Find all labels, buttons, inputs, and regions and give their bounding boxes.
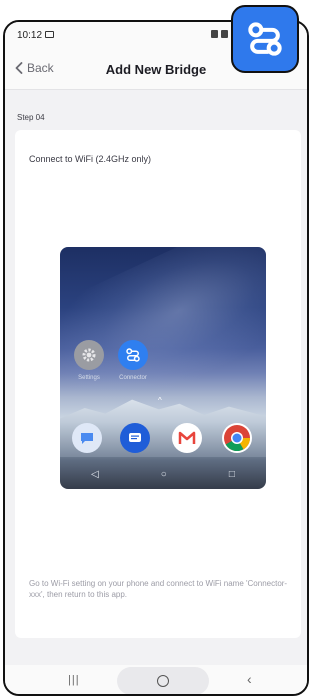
connector-app-label: Connector bbox=[119, 375, 147, 381]
step-label: Step 04 bbox=[17, 113, 45, 122]
square-recents-icon: □ bbox=[228, 468, 235, 480]
connector-logo-icon bbox=[126, 348, 140, 362]
recent-apps-button[interactable]: ||| bbox=[68, 674, 80, 686]
home-icon bbox=[157, 675, 169, 687]
gear-icon bbox=[82, 348, 96, 362]
settings-app-label: Settings bbox=[78, 375, 100, 381]
instruction-text: Go to Wi-Fi setting on your phone and co… bbox=[29, 579, 288, 599]
connector-app-logo bbox=[231, 5, 299, 73]
messages-icon bbox=[120, 423, 150, 453]
connector-logo-icon bbox=[248, 22, 282, 56]
card-title: Connect to WiFi (2.4GHz only) bbox=[29, 154, 152, 164]
system-navigation-bar: ||| ‹ bbox=[5, 665, 307, 694]
connector-app-icon bbox=[118, 340, 148, 370]
triangle-back-icon: ◁ bbox=[91, 468, 99, 480]
image-notification-icon bbox=[45, 31, 54, 38]
settings-app-icon bbox=[74, 340, 104, 370]
circle-home-icon: ○ bbox=[160, 468, 167, 480]
instruction-card: Connect to WiFi (2.4GHz only) Settings C… bbox=[15, 130, 301, 638]
chevron-up-icon: ^ bbox=[158, 396, 162, 405]
phone-screen-preview: Settings Connector ^ ◁ ○ □ bbox=[60, 247, 266, 489]
chat-icon bbox=[72, 423, 102, 453]
system-back-button[interactable]: ‹ bbox=[247, 671, 252, 687]
status-icons bbox=[211, 30, 228, 38]
chrome-icon bbox=[222, 423, 252, 453]
preview-navigation-bar: ◁ ○ □ bbox=[60, 461, 266, 487]
status-time: 10:12 bbox=[17, 30, 43, 41]
gmail-icon bbox=[172, 423, 202, 453]
home-button[interactable] bbox=[117, 667, 209, 694]
battery-saver-icon bbox=[211, 30, 218, 38]
phone-frame: 10:12 Back Add New Bridge Step 04 Connec… bbox=[3, 20, 309, 696]
notification-icon bbox=[221, 30, 228, 38]
